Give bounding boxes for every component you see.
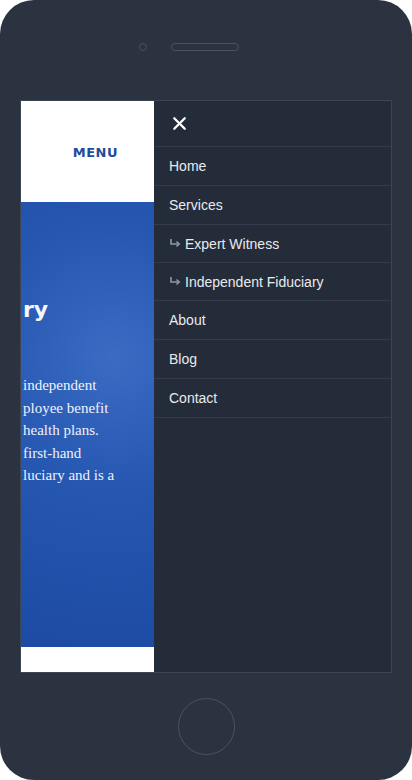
close-row <box>154 101 391 147</box>
home-button[interactable] <box>178 698 235 755</box>
menu-item[interactable]: Blog <box>154 340 391 379</box>
phone-frame: MENU ry independentployee benefithealth pl… <box>0 0 412 780</box>
page-content: MENU ry independentployee benefithealth pl… <box>21 101 154 672</box>
site-header: MENU <box>21 101 154 202</box>
hero-title: ry <box>21 297 154 322</box>
hero-line: health plans. <box>23 419 154 442</box>
hero-text: independentployee benefithealth plans.fi… <box>21 374 154 487</box>
menu-item[interactable]: Independent Fiduciary <box>154 263 391 301</box>
menu-button[interactable]: MENU <box>73 145 118 160</box>
hero: ry independentployee benefithealth plans.… <box>21 202 154 647</box>
hero-line: luciary and is a <box>23 464 154 487</box>
menu-item[interactable]: Expert Witness <box>154 225 391 263</box>
menu-item[interactable]: Services <box>154 186 391 225</box>
hero-line: independent <box>23 374 154 397</box>
screen: MENU ry independentployee benefithealth pl… <box>20 100 392 673</box>
page-footer <box>21 647 154 672</box>
menu-item[interactable]: About <box>154 301 391 340</box>
menu-item[interactable]: Home <box>154 147 391 186</box>
menu-panel: HomeServicesExpert WitnessIndependent Fi… <box>154 101 391 672</box>
phone-top <box>0 0 412 100</box>
close-icon[interactable] <box>169 113 190 134</box>
menu-item[interactable]: Contact <box>154 379 391 418</box>
hero-line: ployee benefit <box>23 397 154 420</box>
phone-bottom <box>0 673 412 780</box>
sub-arrow-icon <box>169 276 181 288</box>
speaker-icon <box>171 43 239 51</box>
camera-icon <box>139 43 147 51</box>
sub-arrow-icon <box>169 238 181 250</box>
hero-line: first-hand <box>23 442 154 465</box>
